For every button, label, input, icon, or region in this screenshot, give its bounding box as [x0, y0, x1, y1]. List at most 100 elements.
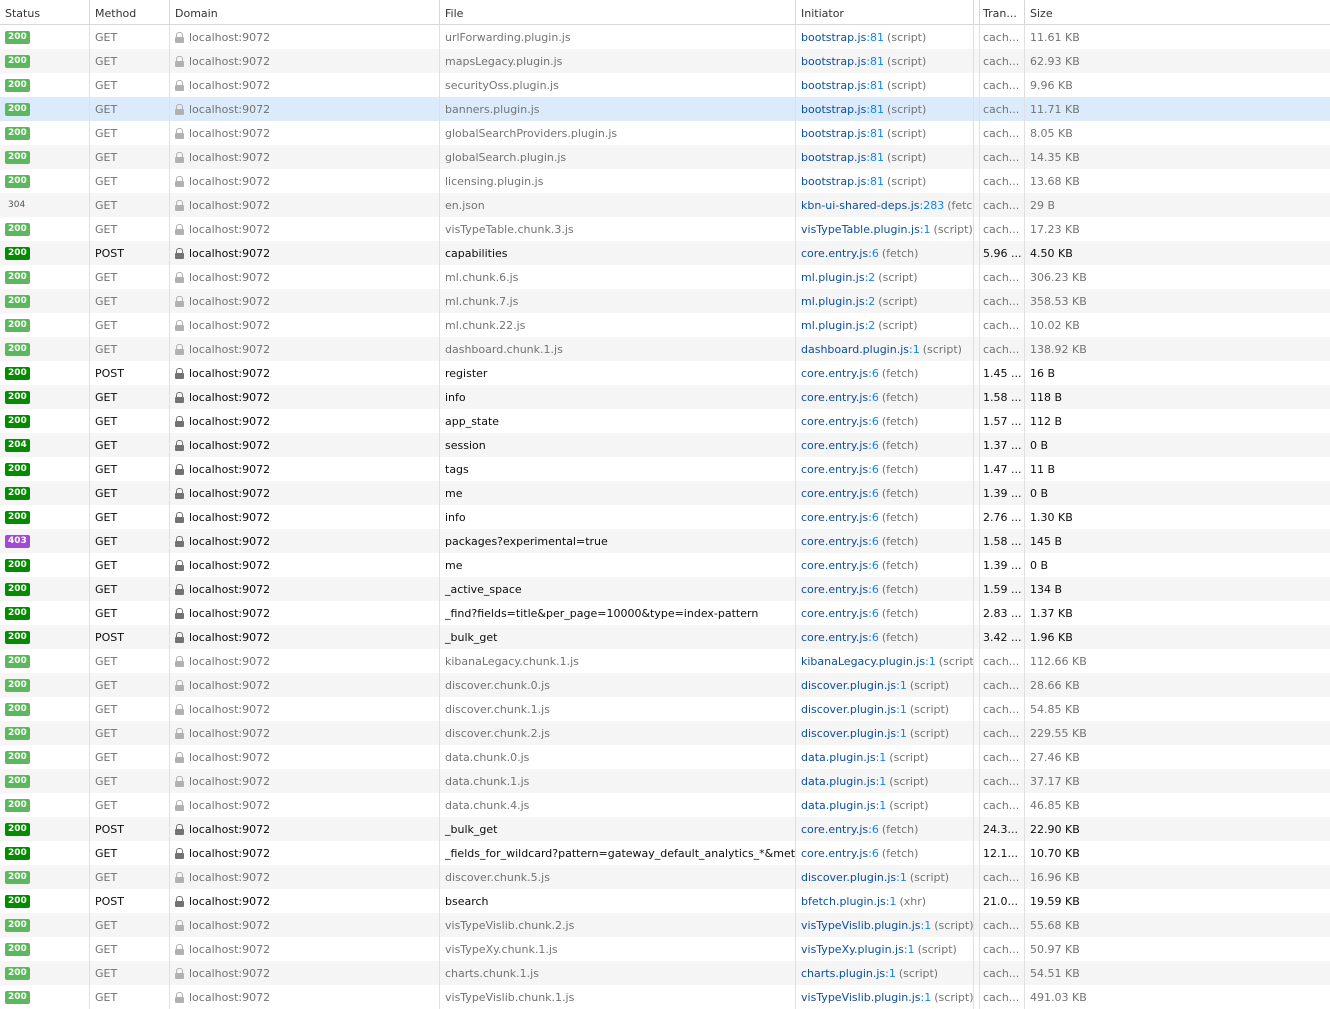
initiator-link[interactable]: core.entry.js — [801, 631, 868, 644]
column-header-initiator[interactable]: Initiator — [796, 0, 974, 24]
request-row[interactable]: 200 GET localhost:9072 _find?fields=title&p… — [0, 601, 1330, 625]
initiator-line[interactable]: :2 — [865, 295, 876, 308]
initiator-link[interactable]: core.entry.js — [801, 247, 868, 260]
request-row[interactable]: 200 GET localhost:9072 discover.chunk.2.js d… — [0, 721, 1330, 745]
request-row[interactable]: 200 GET localhost:9072 me core.entry.js:6 (fe… — [0, 481, 1330, 505]
column-header-file[interactable]: File — [440, 0, 796, 24]
request-row[interactable]: 200 GET localhost:9072 tags core.entry.js:6(… — [0, 457, 1330, 481]
initiator-link[interactable]: core.entry.js — [801, 583, 868, 596]
initiator-line[interactable]: :1 — [896, 679, 907, 692]
request-row[interactable]: 200 GET localhost:9072 discover.chunk.0.js d… — [0, 673, 1330, 697]
initiator-link[interactable]: core.entry.js — [801, 607, 868, 620]
request-row[interactable]: 200 GET localhost:9072 data.chunk.4.js data.… — [0, 793, 1330, 817]
initiator-line[interactable]: :6 — [868, 439, 879, 452]
initiator-link[interactable]: visTypeXy.plugin.js — [801, 943, 904, 956]
initiator-link[interactable]: core.entry.js — [801, 823, 868, 836]
initiator-link[interactable]: data.plugin.js — [801, 751, 876, 764]
initiator-line[interactable]: :6 — [868, 247, 879, 260]
initiator-line[interactable]: :2 — [865, 271, 876, 284]
initiator-link[interactable]: ml.plugin.js — [801, 295, 865, 308]
request-row[interactable]: 200 GET localhost:9072 urlForwarding.plugin… — [0, 25, 1330, 49]
initiator-link[interactable]: bootstrap.js — [801, 31, 866, 44]
request-row[interactable]: 200 POST localhost:9072 capabilities core.en… — [0, 241, 1330, 265]
initiator-link[interactable]: bootstrap.js — [801, 151, 866, 164]
initiator-line[interactable]: :6 — [868, 607, 879, 620]
initiator-line[interactable]: :6 — [868, 367, 879, 380]
initiator-line[interactable]: :1 — [909, 343, 920, 356]
initiator-link[interactable]: data.plugin.js — [801, 799, 876, 812]
request-row[interactable]: 200 GET localhost:9072 info core.entry.js:6(… — [0, 385, 1330, 409]
initiator-line[interactable]: :81 — [866, 175, 884, 188]
request-row[interactable]: 200 GET localhost:9072 app_state core.entry.… — [0, 409, 1330, 433]
initiator-line[interactable]: :81 — [866, 151, 884, 164]
initiator-line[interactable]: :6 — [868, 559, 879, 572]
initiator-line[interactable]: :6 — [868, 631, 879, 644]
initiator-link[interactable]: ml.plugin.js — [801, 319, 865, 332]
column-header-domain[interactable]: Domain — [170, 0, 440, 24]
initiator-link[interactable]: dashboard.plugin.js — [801, 343, 909, 356]
request-row[interactable]: 200 GET localhost:9072 info core.entry.js:6(… — [0, 505, 1330, 529]
initiator-line[interactable]: :2 — [865, 319, 876, 332]
initiator-link[interactable]: bootstrap.js — [801, 175, 866, 188]
request-row[interactable]: 200 POST localhost:9072 _bulk_get core.entry… — [0, 817, 1330, 841]
initiator-line[interactable]: :1 — [921, 919, 932, 932]
initiator-line[interactable]: :6 — [868, 463, 879, 476]
request-row[interactable]: 200 GET localhost:9072 discover.chunk.1.js d… — [0, 697, 1330, 721]
request-row[interactable]: 200 GET localhost:9072 data.chunk.0.js data.… — [0, 745, 1330, 769]
initiator-link[interactable]: visTypeVislib.plugin.js — [801, 919, 921, 932]
request-row[interactable]: 200 GET localhost:9072 globalSearch.plugin.… — [0, 145, 1330, 169]
initiator-link[interactable]: discover.plugin.js — [801, 727, 896, 740]
initiator-line[interactable]: :1 — [921, 991, 932, 1004]
initiator-link[interactable]: kbn-ui-shared-deps.js — [801, 199, 919, 212]
request-row[interactable]: 200 GET localhost:9072 ml.chunk.6.js ml.plug… — [0, 265, 1330, 289]
initiator-link[interactable]: discover.plugin.js — [801, 871, 896, 884]
request-row[interactable]: 200 GET localhost:9072 ml.chunk.7.js ml.plug… — [0, 289, 1330, 313]
request-row[interactable]: 200 GET localhost:9072 data.chunk.1.js data.… — [0, 769, 1330, 793]
request-row[interactable]: 200 POST localhost:9072 bsearch bfetch.plugi… — [0, 889, 1330, 913]
initiator-link[interactable]: charts.plugin.js — [801, 967, 885, 980]
initiator-link[interactable]: core.entry.js — [801, 847, 868, 860]
initiator-line[interactable]: :6 — [868, 487, 879, 500]
request-row[interactable]: 200 GET localhost:9072 licensing.plugin.js b… — [0, 169, 1330, 193]
request-row[interactable]: 200 GET localhost:9072 visTypeXy.chunk.1.js… — [0, 937, 1330, 961]
initiator-line[interactable]: :81 — [866, 79, 884, 92]
request-row[interactable]: 200 GET localhost:9072 securityOss.plugin.j… — [0, 73, 1330, 97]
initiator-link[interactable]: core.entry.js — [801, 511, 868, 524]
initiator-line[interactable]: :1 — [920, 223, 931, 236]
request-row[interactable]: 200 GET localhost:9072 visTypeTable.chunk.3… — [0, 217, 1330, 241]
initiator-line[interactable]: :6 — [868, 583, 879, 596]
column-header-method[interactable]: Method — [90, 0, 170, 24]
column-header-transferred[interactable]: Tran... — [980, 0, 1025, 24]
column-header-size[interactable]: Size — [1025, 0, 1330, 24]
initiator-link[interactable]: bfetch.plugin.js — [801, 895, 886, 908]
initiator-line[interactable]: :81 — [866, 127, 884, 140]
request-row[interactable]: 403 GET localhost:9072 packages?experimenta… — [0, 529, 1330, 553]
request-row[interactable]: 200 GET localhost:9072 _fields_for_wildcard… — [0, 841, 1330, 865]
request-row[interactable]: 200 GET localhost:9072 mapsLegacy.plugin.js… — [0, 49, 1330, 73]
request-row[interactable]: 200 GET localhost:9072 dashboard.chunk.1.js… — [0, 337, 1330, 361]
initiator-link[interactable]: bootstrap.js — [801, 127, 866, 140]
initiator-link[interactable]: core.entry.js — [801, 487, 868, 500]
initiator-line[interactable]: :81 — [866, 31, 884, 44]
initiator-link[interactable]: core.entry.js — [801, 391, 868, 404]
initiator-line[interactable]: :6 — [868, 847, 879, 860]
initiator-link[interactable]: core.entry.js — [801, 415, 868, 428]
request-row[interactable]: 200 GET localhost:9072 me core.entry.js:6 (fe… — [0, 553, 1330, 577]
initiator-link[interactable]: core.entry.js — [801, 559, 868, 572]
initiator-link[interactable]: kibanaLegacy.plugin.js — [801, 655, 925, 668]
initiator-link[interactable]: ml.plugin.js — [801, 271, 865, 284]
initiator-line[interactable]: :1 — [896, 703, 907, 716]
initiator-link[interactable]: core.entry.js — [801, 367, 868, 380]
initiator-link[interactable]: core.entry.js — [801, 535, 868, 548]
request-row[interactable]: 200 GET localhost:9072 visTypeVislib.chunk.… — [0, 985, 1330, 1009]
initiator-line[interactable]: :1 — [876, 775, 887, 788]
initiator-link[interactable]: visTypeVislib.plugin.js — [801, 991, 921, 1004]
initiator-line[interactable]: :1 — [904, 943, 915, 956]
request-row[interactable]: 204 GET localhost:9072 session core.entry.js… — [0, 433, 1330, 457]
initiator-link[interactable]: core.entry.js — [801, 439, 868, 452]
initiator-line[interactable]: :1 — [886, 895, 897, 908]
initiator-line[interactable]: :81 — [866, 103, 884, 116]
request-row[interactable]: 200 GET localhost:9072 visTypeVislib.chunk.… — [0, 913, 1330, 937]
request-row[interactable]: 200 GET localhost:9072 discover.chunk.5.js d… — [0, 865, 1330, 889]
initiator-line[interactable]: :1 — [896, 727, 907, 740]
